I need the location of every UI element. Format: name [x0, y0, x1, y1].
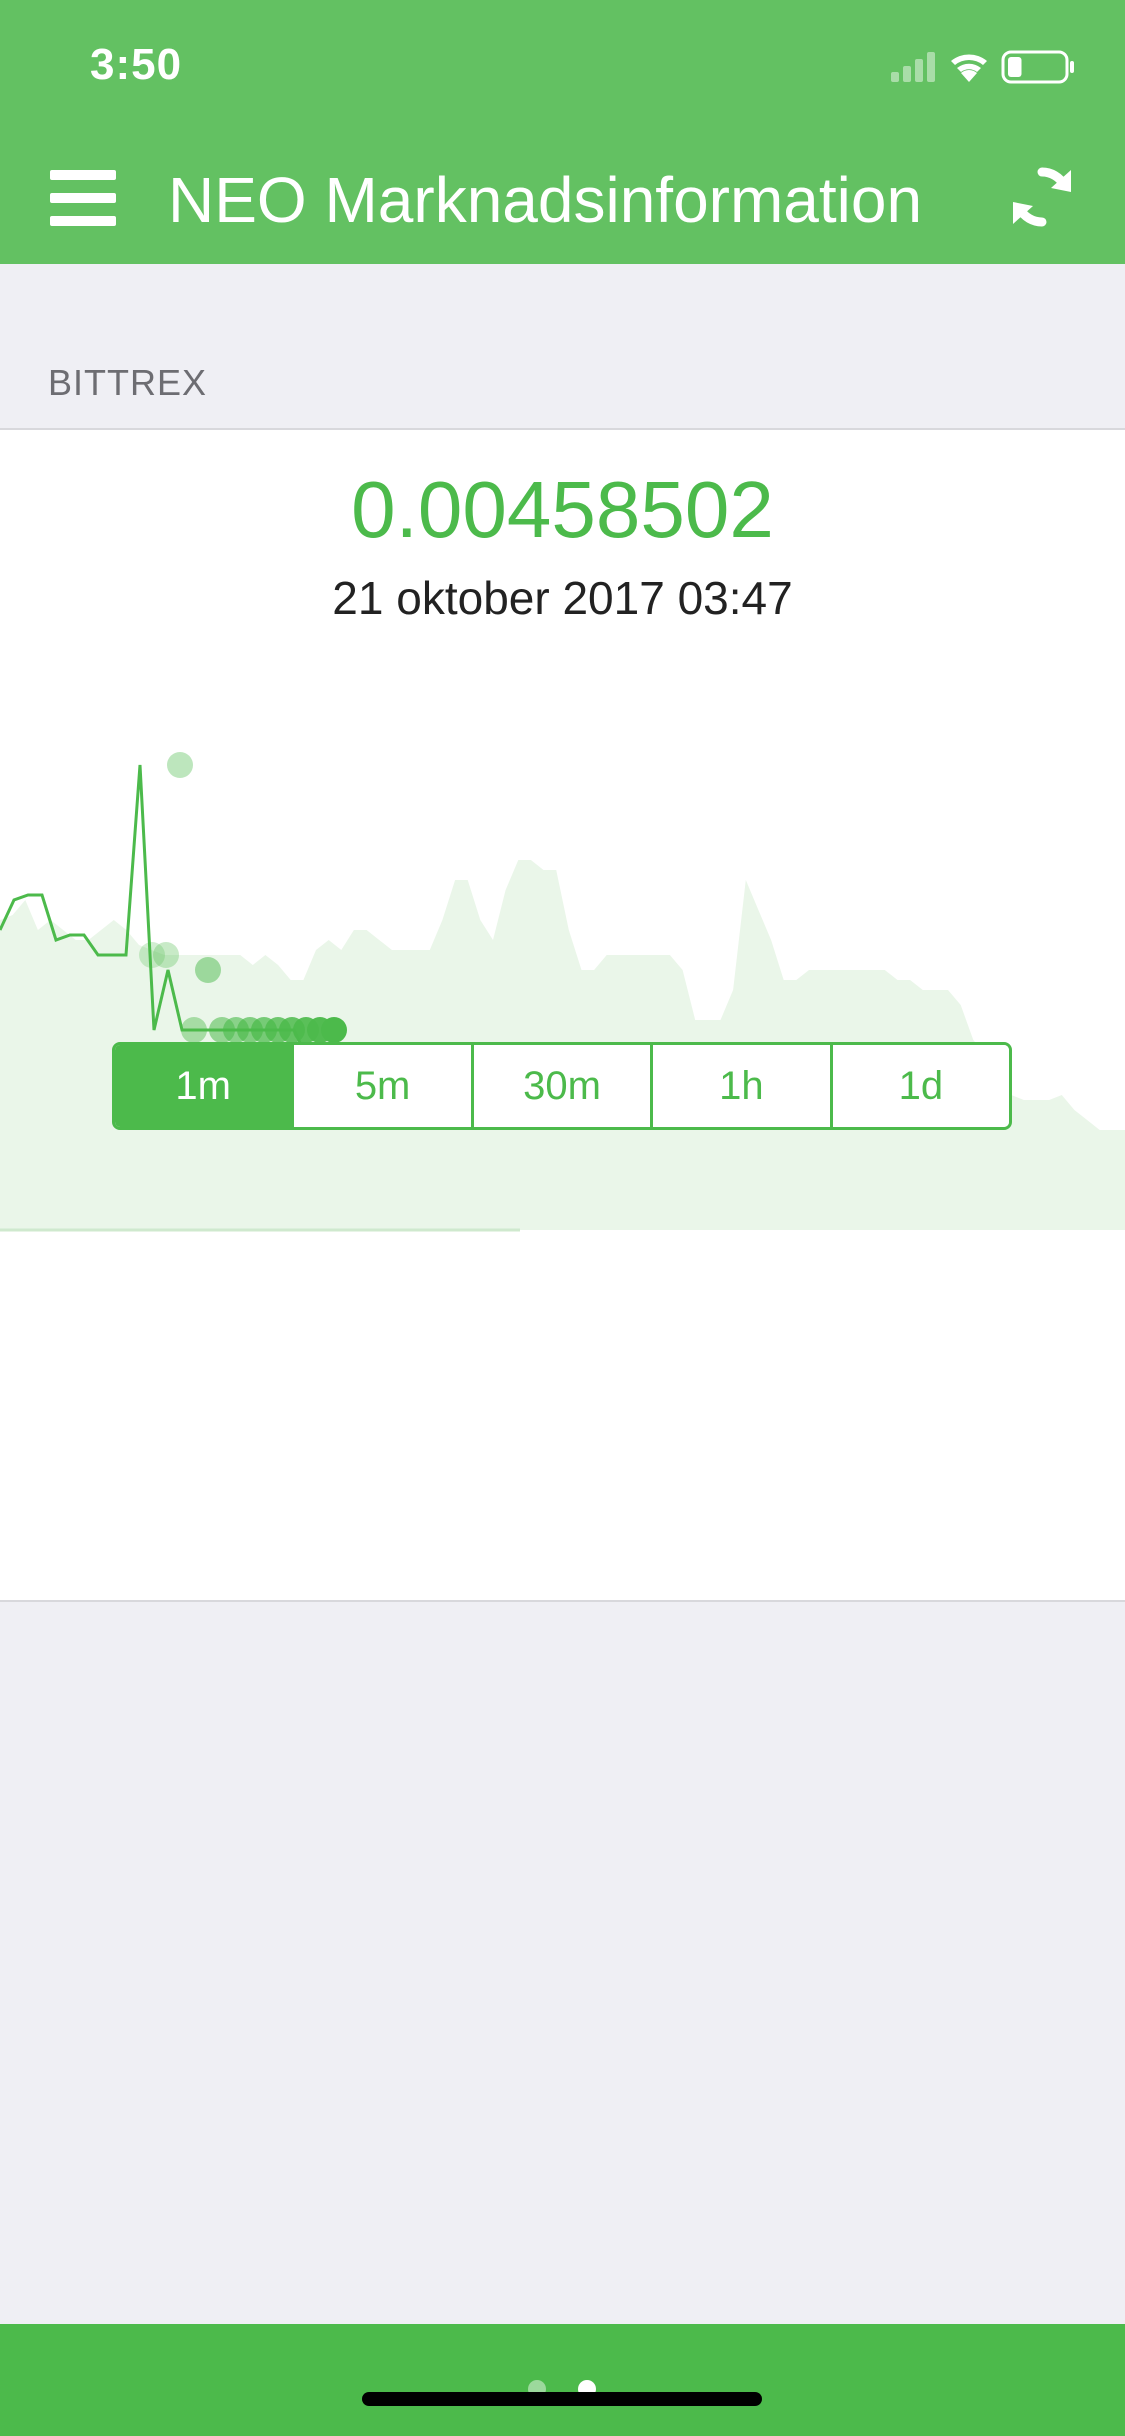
status-bar: 3:50 [0, 0, 1125, 132]
interval-option-5m[interactable]: 5m [294, 1045, 474, 1127]
nav-bar: NEO Marknadsinformation [0, 132, 1125, 264]
chart-data-point [153, 942, 179, 968]
interval-option-1m[interactable]: 1m [115, 1045, 295, 1127]
signal-icon [891, 52, 935, 82]
interval-option-1h[interactable]: 1h [653, 1045, 833, 1127]
status-icons [891, 50, 1074, 84]
interval-option-30m[interactable]: 30m [473, 1045, 654, 1127]
battery-icon [1001, 50, 1074, 84]
chart-data-point [321, 1017, 347, 1043]
current-price: 0.00458502 [351, 465, 774, 554]
status-time: 3:50 [90, 40, 183, 89]
page-title: NEO Marknadsinformation [168, 164, 923, 236]
hamburger-menu-icon[interactable] [50, 170, 116, 226]
chart-data-point [181, 1017, 207, 1043]
price-timestamp: 21 oktober 2017 03:47 [332, 572, 793, 624]
home-indicator[interactable] [362, 2392, 762, 2406]
bottom-bar [0, 2324, 1125, 2436]
price-card: 0.00458502 21 oktober 2017 03:47 1m 5m 3… [0, 428, 1125, 1602]
chart-data-point [195, 957, 221, 983]
exchange-section-label: BITTREX [48, 362, 208, 403]
chart-data-point [167, 752, 193, 778]
price-chart[interactable] [0, 660, 1125, 1260]
interval-selector: 1m 5m 30m 1h 1d [112, 1042, 1012, 1130]
refresh-icon[interactable] [1007, 162, 1077, 232]
interval-option-1d[interactable]: 1d [832, 1045, 1009, 1127]
wifi-icon [951, 54, 987, 82]
